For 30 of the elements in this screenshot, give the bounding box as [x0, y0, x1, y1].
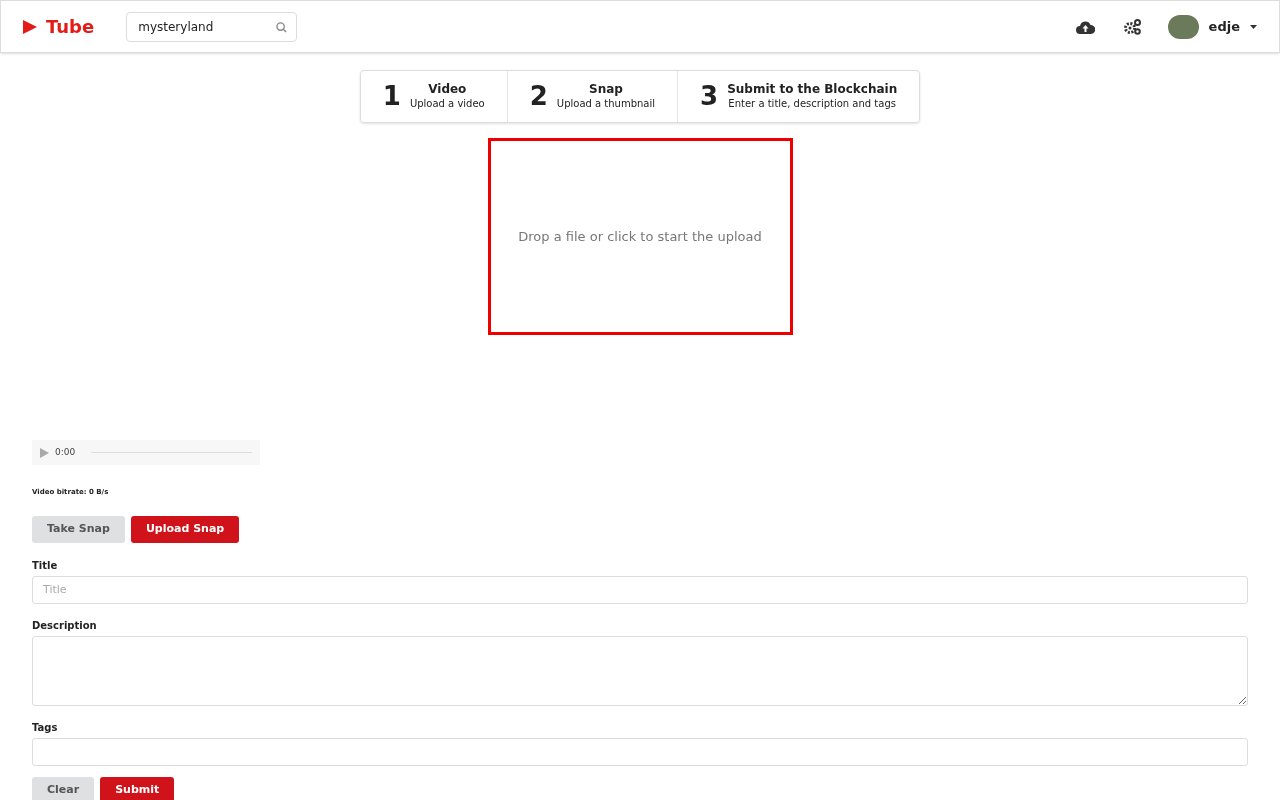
field-label: Title	[32, 558, 59, 573]
play-logo-icon	[23, 19, 37, 34]
username[interactable]: edje	[1208, 16, 1240, 37]
action-button[interactable]: Clear	[32, 776, 95, 800]
action-button[interactable]: Submit	[100, 776, 175, 800]
action-button[interactable]: Take Snap	[32, 515, 125, 543]
step-title: Snap	[589, 82, 623, 97]
step-subtitle: Enter a title, description and tags	[728, 97, 896, 111]
settings-icon[interactable]	[1122, 17, 1142, 36]
action-button[interactable]: Upload Snap	[130, 515, 240, 543]
field-label: Tags	[32, 720, 59, 735]
step-subtitle: Upload a video	[409, 97, 485, 111]
step-subtitle: Upload a thumbnail	[556, 97, 656, 111]
step-number: 2	[529, 80, 548, 113]
time-text: 0:00	[55, 445, 76, 459]
search-field[interactable]: mysteryland	[126, 11, 298, 42]
step-title: Submit to the Blockchain	[727, 82, 898, 97]
step-title: Video	[428, 82, 467, 97]
dropzone[interactable]: Drop a file or click to start the upload	[487, 138, 793, 335]
step-number: 1	[382, 80, 401, 113]
step-number: 3	[700, 80, 719, 113]
caret-icon[interactable]	[1250, 24, 1257, 29]
audio-player[interactable]: 0:00	[32, 440, 260, 465]
input-field[interactable]	[32, 737, 1248, 766]
input-field[interactable]: Title	[32, 575, 1248, 604]
avatar[interactable]	[1167, 14, 1199, 39]
field-label: Description	[32, 618, 98, 633]
cloud-upload-icon[interactable]	[1075, 19, 1095, 34]
logo-text[interactable]: Tube	[46, 13, 95, 40]
search-icon	[276, 21, 288, 33]
